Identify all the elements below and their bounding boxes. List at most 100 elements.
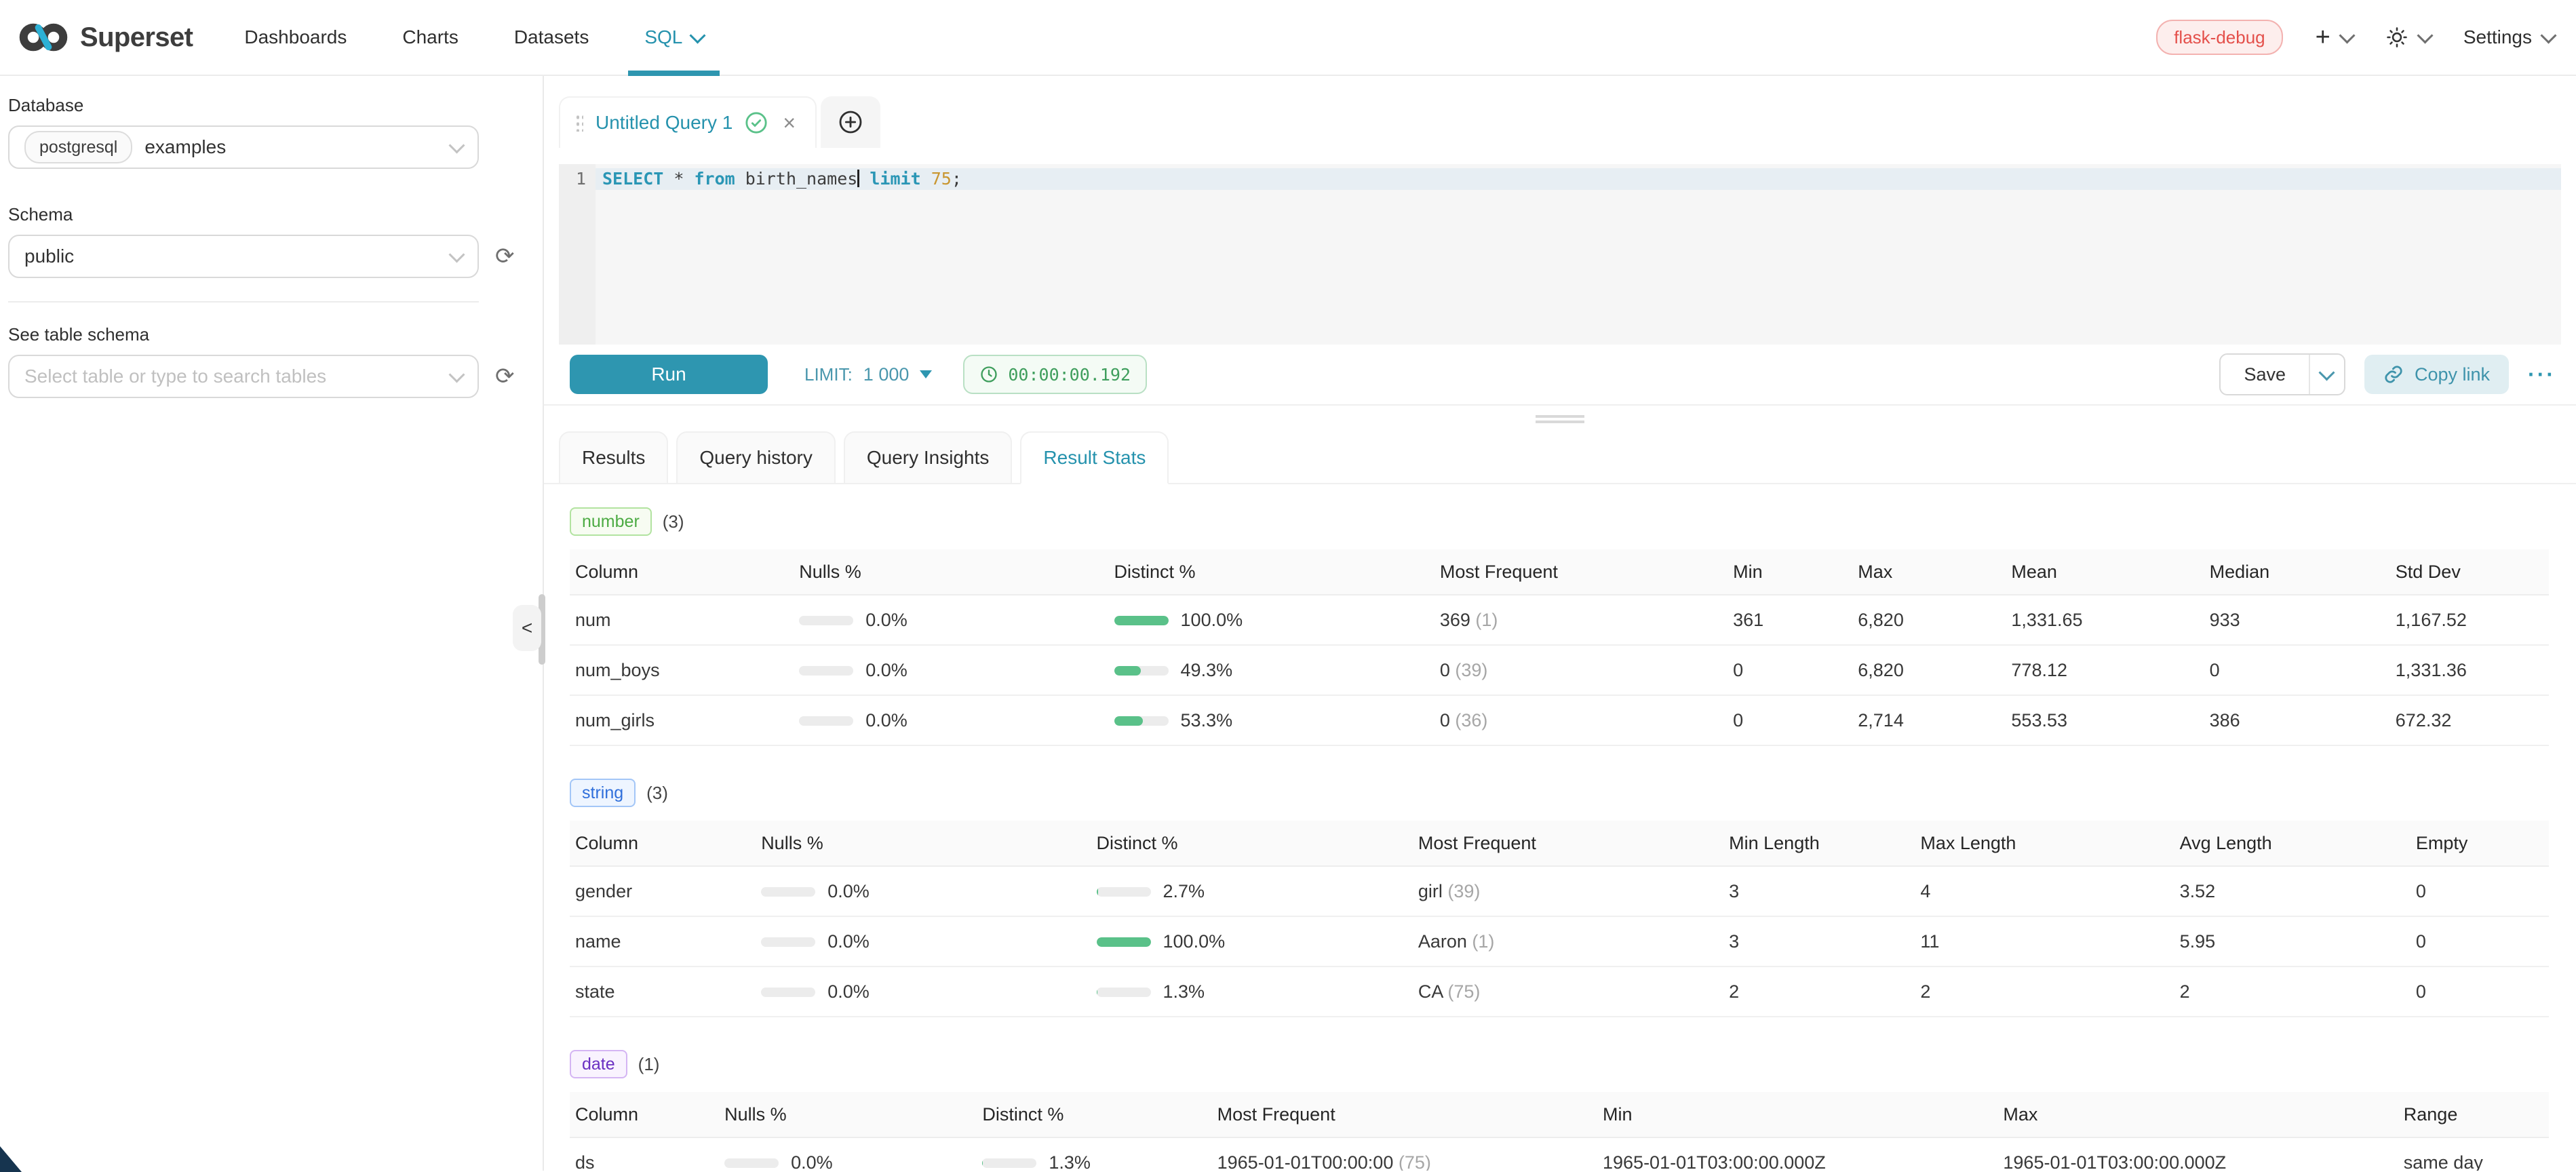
- cell-column-name: ds: [570, 1137, 719, 1171]
- nav-item-dashboards[interactable]: Dashboards: [228, 0, 363, 75]
- nav-item-label: Datasets: [514, 26, 589, 48]
- sql-code-editor[interactable]: 1 SELECT * from birth_names limit 75;: [559, 164, 2561, 345]
- cell-value: 3.52: [2174, 866, 2411, 916]
- tab-query-history[interactable]: Query history: [676, 431, 836, 484]
- superset-logo-icon: [19, 21, 68, 54]
- nulls-progress-bar: [799, 666, 853, 676]
- column-header: Most Frequent: [1212, 1092, 1597, 1137]
- distinct-progress-bar: [1114, 666, 1169, 676]
- nav-item-datasets[interactable]: Datasets: [498, 0, 606, 75]
- cell-value: 6,820: [1852, 645, 2006, 695]
- schema-select[interactable]: public: [8, 235, 479, 278]
- superset-brand[interactable]: Superset: [19, 21, 193, 54]
- cell-distinct-pct: 1.3%: [977, 1137, 1211, 1171]
- query-tab-title: Untitled Query 1: [596, 112, 733, 134]
- column-header: Distinct %: [1109, 549, 1435, 595]
- sql-code-line: SELECT * from birth_names limit 75;: [596, 168, 2561, 190]
- cell-most-frequent: 0 (39): [1435, 645, 1728, 695]
- nulls-progress-bar: [761, 988, 815, 997]
- distinct-progress-bar: [1114, 716, 1169, 726]
- chevron-down-icon: [448, 137, 465, 153]
- table-select[interactable]: Select table or type to search tables: [8, 355, 479, 398]
- new-item-menu[interactable]: +: [2316, 24, 2353, 50]
- cell-column-name: num: [570, 595, 794, 645]
- cell-value: 2: [1915, 966, 2174, 1017]
- badge-row: number(3): [570, 507, 2549, 536]
- cell-value: 3: [1723, 916, 1915, 966]
- cell-most-frequent: CA (75): [1413, 966, 1723, 1017]
- settings-menu[interactable]: Settings: [2463, 26, 2554, 48]
- nav-item-label: SQL: [644, 26, 682, 48]
- cell-distinct-pct: 49.3%: [1109, 645, 1435, 695]
- tab-query-insights[interactable]: Query Insights: [844, 431, 1013, 484]
- nulls-progress-bar: [761, 887, 815, 897]
- refresh-schemas-icon[interactable]: ⟳: [495, 245, 515, 268]
- database-select[interactable]: postgresql examples: [8, 125, 479, 169]
- clock-icon: [979, 365, 998, 384]
- cell-value: 2,714: [1852, 695, 2006, 745]
- brand-name: Superset: [80, 22, 193, 53]
- tab-results[interactable]: Results: [559, 431, 668, 484]
- cell-nulls-pct: 0.0%: [719, 1137, 977, 1171]
- column-header: Most Frequent: [1435, 549, 1728, 595]
- result-stats-panel: number(3)ColumnNulls %Distinct %Most Fre…: [544, 484, 2576, 1171]
- add-tab-button[interactable]: [821, 96, 880, 148]
- type-badge-number: number: [570, 507, 652, 536]
- query-tab[interactable]: Untitled Query 1 ×: [559, 96, 817, 148]
- save-menu-button[interactable]: [2309, 355, 2344, 394]
- cell-value: 2: [2174, 966, 2411, 1017]
- save-split-button: Save: [2219, 353, 2345, 395]
- cell-nulls-pct: 0.0%: [756, 916, 1091, 966]
- run-button[interactable]: Run: [570, 355, 768, 394]
- cell-value: 1,331.65: [2006, 595, 2204, 645]
- navbar: Superset DashboardsChartsDatasetsSQL fla…: [0, 0, 2576, 76]
- cell-most-frequent: 369 (1): [1435, 595, 1728, 645]
- distinct-progress-bar: [1097, 988, 1151, 997]
- collapse-sidebar-button[interactable]: <: [513, 605, 541, 651]
- drag-handle-icon[interactable]: [575, 114, 583, 132]
- cell-nulls-pct: 0.0%: [794, 595, 1108, 645]
- refresh-tables-icon[interactable]: ⟳: [495, 365, 515, 388]
- resize-handle-icon[interactable]: [1536, 415, 1584, 426]
- schema-label: Schema: [8, 204, 543, 225]
- database-name: examples: [144, 136, 226, 158]
- check-circle-icon: [745, 111, 768, 134]
- nav-item-sql[interactable]: SQL: [628, 0, 720, 75]
- theme-menu[interactable]: [2385, 26, 2431, 49]
- copy-link-label: Copy link: [2415, 364, 2490, 385]
- more-options-button[interactable]: ···: [2528, 362, 2556, 387]
- nulls-progress-bar: [724, 1158, 779, 1168]
- cell-column-name: state: [570, 966, 756, 1017]
- close-tab-icon[interactable]: ×: [783, 112, 796, 134]
- cell-nulls-pct: 0.0%: [756, 966, 1091, 1017]
- stats-section-date: date(1)ColumnNulls %Distinct %Most Frequ…: [570, 1050, 2549, 1171]
- tab-result-stats[interactable]: Result Stats: [1020, 431, 1169, 484]
- column-header: Max Length: [1915, 821, 2174, 866]
- copy-link-button[interactable]: Copy link: [2364, 355, 2509, 394]
- cell-value: 1965-01-01T03:00:00.000Z: [1597, 1137, 1997, 1171]
- badge-row: string(3): [570, 779, 2549, 807]
- limit-value: 1 000: [863, 364, 910, 385]
- distinct-progress-bar: [1114, 616, 1169, 625]
- column-header: Max: [1852, 549, 2006, 595]
- table-schema-label: See table schema: [8, 324, 543, 345]
- limit-dropdown[interactable]: LIMIT: 1 000: [804, 364, 932, 385]
- nav-item-charts[interactable]: Charts: [386, 0, 474, 75]
- column-count: (1): [638, 1054, 660, 1075]
- column-header: Column: [570, 549, 794, 595]
- elapsed-time-value: 00:00:00.192: [1008, 365, 1131, 385]
- table-select-placeholder: Select table or type to search tables: [24, 366, 326, 387]
- save-button[interactable]: Save: [2221, 355, 2309, 394]
- cell-value: 0: [2411, 916, 2549, 966]
- code-area: SELECT * from birth_names limit 75;: [596, 164, 2561, 345]
- cell-value: same day: [2398, 1137, 2549, 1171]
- database-engine-tag: postgresql: [24, 131, 132, 163]
- cell-nulls-pct: 0.0%: [756, 866, 1091, 916]
- cell-value: 778.12: [2006, 645, 2204, 695]
- cell-column-name: num_boys: [570, 645, 794, 695]
- cell-value: 3: [1723, 866, 1915, 916]
- chevron-down-icon: [448, 246, 465, 262]
- type-badge-date: date: [570, 1050, 627, 1078]
- link-icon: [2383, 364, 2404, 385]
- cell-column-name: gender: [570, 866, 756, 916]
